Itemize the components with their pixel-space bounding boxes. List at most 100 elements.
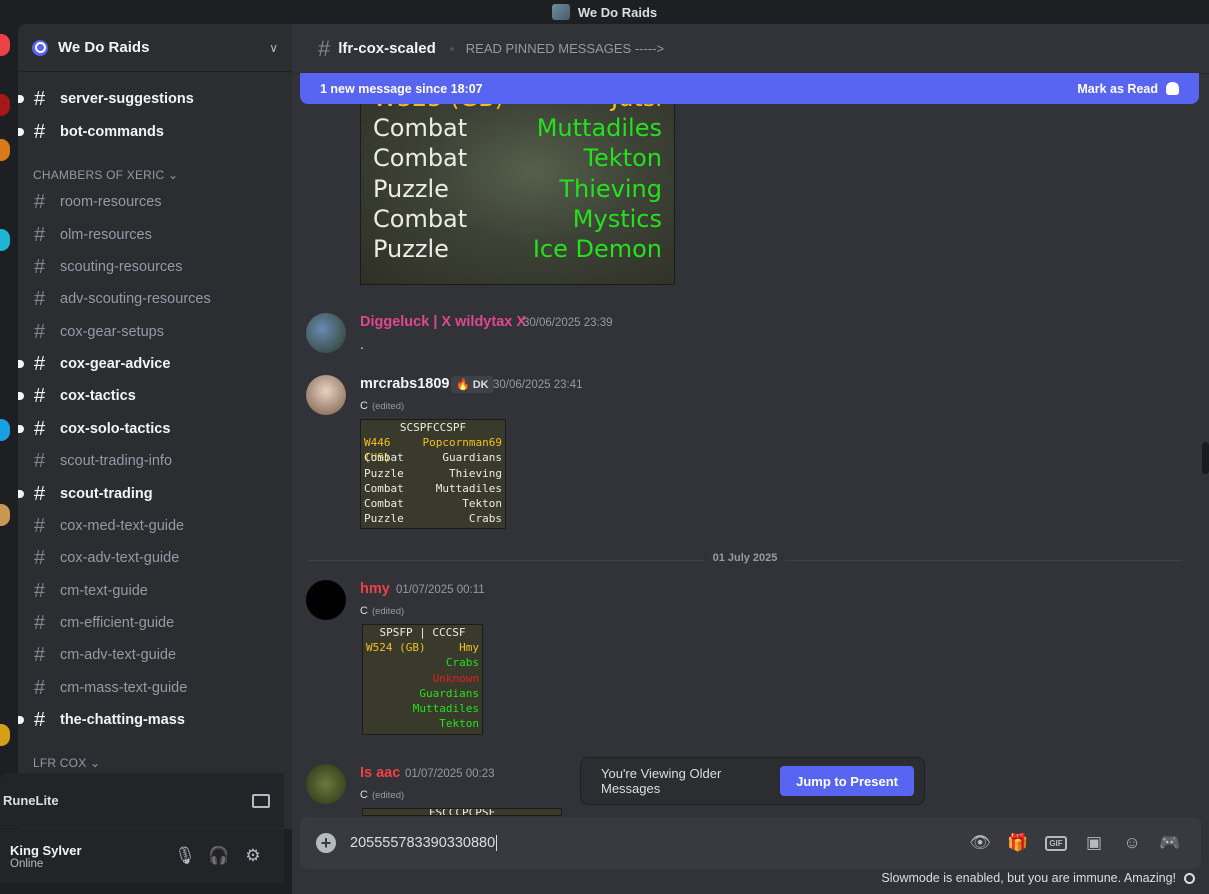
channel-topic[interactable]: READ PINNED MESSAGES -----> [466,41,664,56]
screen-share-icon[interactable] [252,793,270,808]
message-input[interactable]: 205555783390330880 [350,835,961,851]
gif-icon[interactable]: GIF [1037,835,1075,851]
hash-icon: # [34,352,46,375]
message-author[interactable]: hmy [360,581,390,597]
raid-scout-image[interactable]: SCSPFCCSPF W446 (US) Popcornman69 Combat Gua… [360,419,506,529]
channel-item[interactable]: # scouting-resources [26,252,284,282]
channel-item[interactable]: # cm-mass-text-guide [26,673,284,703]
image-title: FSCCCPCPSF [428,808,496,816]
activity-panel[interactable]: RuneLite [0,773,284,828]
server-icon[interactable] [0,504,10,526]
channel-item[interactable]: # server-suggestions [18,84,284,114]
channel-item[interactable]: # cm-efficient-guide [26,608,284,638]
add-attachment-icon[interactable]: + [316,833,336,853]
channel-item[interactable]: # room-resources [26,187,284,217]
channel-item[interactable]: # bot-commands [18,117,284,147]
user-info[interactable]: King Sylver Online [10,843,168,870]
avatar[interactable] [306,375,346,415]
channel-item[interactable]: # cox-gear-setups [26,317,284,347]
activity-label: RuneLite [3,793,59,808]
microphone-icon[interactable]: 🎙 [168,846,202,866]
scout-room-type: Puzzle [364,466,404,480]
gear-icon[interactable]: ⚙ [236,846,270,866]
scout-room-type: Puzzle [373,234,449,263]
gamepad-icon[interactable]: 🎮 [1151,833,1189,853]
hash-icon: # [34,417,46,440]
channel-item[interactable]: # cox-adv-text-guide [26,543,284,573]
hash-icon: # [34,611,46,634]
unread-indicator [18,128,24,136]
server-icon[interactable] [0,139,10,161]
channel-item[interactable]: # cm-adv-text-guide [26,640,284,670]
headphones-icon[interactable]: 🎧 [202,846,236,866]
server-icon[interactable] [0,34,10,56]
channel-item[interactable]: # cox-solo-tactics [18,414,284,444]
scout-room-name: Popcornman69 [422,436,502,450]
unread-indicator [18,360,24,368]
server-header[interactable]: We Do Raids ∨ [18,24,292,72]
scout-row: Puzzle Thieving [361,466,505,481]
channel-item[interactable]: # scout-trading-info [26,446,284,476]
slowmode-text: Slowmode is enabled, but you are immune.… [881,871,1176,885]
scout-room-name: Guardians [442,451,502,465]
channel-label: cox-gear-setups [60,324,164,340]
server-icon[interactable] [0,94,10,116]
hash-icon: # [34,449,46,472]
hash-icon: # [34,643,46,666]
message-content: C [360,400,368,412]
category-lfr-cox[interactable]: LFR COX ⌄ [33,756,100,770]
eye-icon[interactable]: 👁 [961,833,999,853]
channel-item[interactable]: # cox-med-text-guide [26,511,284,541]
date-divider-label: 01 July 2025 [704,552,786,564]
message-author[interactable]: mrcrabs1809 [360,376,450,392]
channel-sidebar: We Do Raids ∨ # server-suggestions # bot-co… [18,24,292,829]
gift-icon[interactable]: 🎁 [999,833,1037,853]
new-messages-text: 1 new message since 18:07 [320,81,483,96]
channel-item[interactable]: # cm-text-guide [26,576,284,606]
jump-to-present-button[interactable]: Jump to Present [780,766,914,796]
image-title: SCSPFCCSPF [399,421,467,434]
channel-label: cm-mass-text-guide [60,680,188,696]
sticker-icon[interactable]: ▣ [1075,833,1113,853]
server-name: We Do Raids [58,39,150,56]
raid-scout-image[interactable]: FSCCCPCPSF [362,808,562,816]
avatar[interactable] [306,764,346,804]
scout-room-type: Puzzle [364,512,404,526]
channel-label: cox-tactics [60,388,136,404]
emoji-icon[interactable]: ☺ [1113,833,1151,853]
new-messages-banner[interactable]: 1 new message since 18:07 Mark as Read [300,73,1199,104]
channel-item[interactable]: # the-chatting-mass [18,705,284,735]
message-author[interactable]: Diggeluck | X wildytax X [360,314,526,330]
scout-row: Combat Tekton [361,143,674,173]
chevron-down-icon[interactable]: ∨ [269,41,278,55]
server-icon[interactable] [0,419,10,441]
header-divider [449,46,454,51]
channel-item[interactable]: # scout-trading [18,479,284,509]
scrollbar-thumb[interactable] [1202,442,1209,474]
hash-icon: # [318,35,331,61]
channel-item[interactable]: # adv-scouting-resources [26,284,284,314]
user-tag-badge: 🔥 DK [451,376,494,393]
message-author[interactable]: Is aac [360,765,400,781]
channel-label: cox-med-text-guide [60,518,185,534]
clock-icon [1184,872,1195,884]
unread-indicator [18,392,24,400]
channel-item[interactable]: # olm-resources [26,220,284,250]
window-titlebar: We Do Raids [0,0,1209,24]
channel-item[interactable]: # cox-gear-advice [18,349,284,379]
channel-item[interactable]: # cox-tactics [18,381,284,411]
message-text: C (edited) [360,605,404,617]
server-icon[interactable] [0,724,10,746]
avatar[interactable] [306,313,346,353]
mark-as-read-button[interactable]: Mark as Read [1077,82,1179,96]
raid-scout-image[interactable]: SPSFP | CCCSF W524 (GB) Hmy Crabs Unknown Gua… [362,624,483,735]
scout-room-name: Tekton [439,717,479,731]
scout-room-name: Ice Demon [532,234,662,263]
avatar[interactable] [306,580,346,620]
scout-row: Guardians [363,686,482,701]
message-content: C [360,789,368,801]
category-chambers-of-xeric[interactable]: CHAMBERS OF XERIC ⌄ [33,168,178,182]
server-icon[interactable] [0,229,10,251]
channel-label: scouting-resources [60,259,183,275]
raid-scout-image[interactable]: W325 (GB) Jutsi Combat Muttadiles Combat Tekt… [360,96,675,285]
